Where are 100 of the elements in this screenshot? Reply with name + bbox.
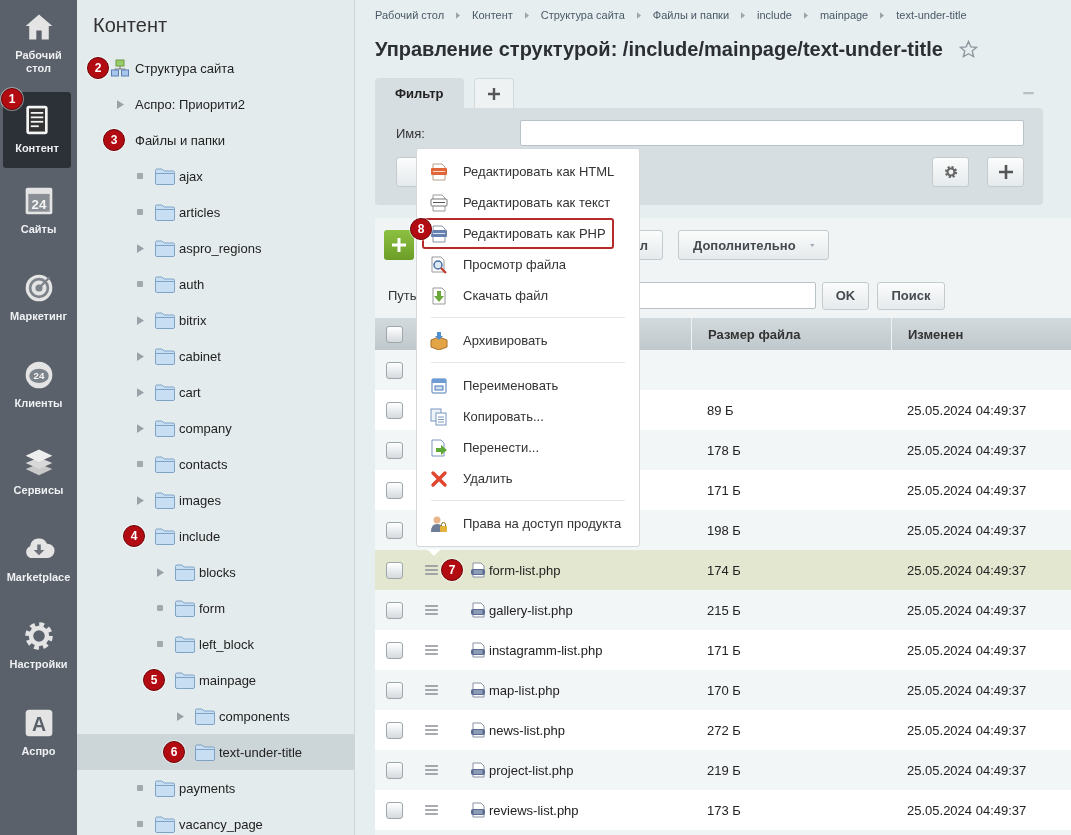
tree-item[interactable]: vacancy_page — [77, 806, 354, 835]
search-button[interactable]: Поиск — [877, 281, 945, 310]
tree-item[interactable]: bitrix — [77, 302, 354, 338]
tree-item[interactable]: contacts — [77, 446, 354, 482]
menu-item[interactable]: Редактировать как текст — [417, 187, 639, 218]
ok-button[interactable]: OK — [822, 281, 869, 310]
file-name[interactable]: project-list.php — [489, 762, 574, 778]
breadcrumb-link[interactable]: include — [757, 9, 792, 21]
name-field[interactable] — [520, 120, 1024, 146]
breadcrumb-separator-icon — [741, 11, 746, 19]
expand-arrow-icon[interactable] — [136, 423, 144, 433]
file-name[interactable]: reviews-list.php — [489, 802, 579, 818]
row-checkbox[interactable] — [386, 721, 403, 739]
row-menu-icon[interactable] — [425, 685, 438, 695]
nav-item[interactable]: 24 Клиенты — [4, 351, 73, 432]
nav-item[interactable]: Marketplace — [4, 525, 73, 606]
row-checkbox[interactable] — [386, 441, 403, 459]
row-menu-icon[interactable] — [425, 645, 438, 655]
tree-item[interactable]: cabinet — [77, 338, 354, 374]
file-name[interactable]: gallery-list.php — [489, 602, 573, 618]
tree-item[interactable]: form — [77, 590, 354, 626]
expand-arrow-icon[interactable] — [116, 99, 124, 109]
expand-arrow-icon[interactable] — [136, 495, 144, 505]
menu-item[interactable]: Перенести... — [417, 432, 639, 463]
menu-item[interactable]: Архивировать — [417, 325, 639, 356]
more-dropdown[interactable]: Дополнительно — [678, 230, 829, 260]
add-filter-button[interactable] — [987, 157, 1024, 187]
row-menu-icon[interactable] — [425, 765, 438, 775]
expand-arrow-icon[interactable] — [136, 351, 144, 361]
table-row[interactable]: instagramm-list.php 171 Б 25.05.2024 04:49:37 — [375, 630, 1071, 670]
filter-tab[interactable]: Фильтр — [375, 78, 464, 108]
tree-item[interactable]: ajax — [77, 158, 354, 194]
tree-item[interactable]: images — [77, 482, 354, 518]
menu-item[interactable]: Права на доступ продукта — [417, 508, 639, 539]
row-checkbox[interactable] — [386, 401, 403, 419]
expand-arrow-icon[interactable] — [136, 387, 144, 397]
table-row[interactable]: 7 form-list.php 174 Б 25.05.2024 04:49:37 — [375, 550, 1071, 590]
tree-item[interactable]: left_block — [77, 626, 354, 662]
row-checkbox[interactable] — [386, 561, 403, 579]
file-name[interactable]: form-list.php — [489, 562, 561, 578]
breadcrumb-link[interactable]: text-under-title — [896, 9, 967, 21]
breadcrumb-link[interactable]: Структура сайта — [540, 9, 625, 21]
nav-item[interactable]: Настройки — [4, 612, 73, 693]
column-header[interactable]: Изменен — [908, 326, 964, 342]
file-name[interactable]: map-list.php — [489, 682, 560, 698]
expand-arrow-icon[interactable] — [156, 567, 164, 577]
nav-item[interactable]: Маркетинг — [4, 264, 73, 345]
tree-item[interactable]: auth — [77, 266, 354, 302]
tree-item[interactable]: 6 text-under-title — [77, 734, 354, 770]
nav-item[interactable]: Сервисы — [4, 438, 73, 519]
breadcrumb-link[interactable]: Контент — [472, 9, 513, 21]
tree-item[interactable]: 3 Файлы и папки — [77, 122, 354, 158]
tree-item[interactable]: 2 Структура сайта — [77, 50, 354, 86]
row-checkbox[interactable] — [386, 641, 403, 659]
collapse-icon[interactable] — [1022, 91, 1035, 95]
row-checkbox[interactable] — [386, 481, 403, 499]
nav-item[interactable]: A Аспро — [4, 699, 73, 780]
add-button[interactable] — [384, 230, 414, 260]
tree-item[interactable]: blocks — [77, 554, 354, 590]
row-menu-icon[interactable] — [425, 805, 438, 815]
breadcrumb-link[interactable]: Файлы и папки — [652, 9, 730, 21]
table-row[interactable]: reviews-list.php 173 Б 25.05.2024 04:49:37 — [375, 790, 1071, 830]
row-checkbox[interactable] — [386, 801, 403, 819]
row-checkbox[interactable] — [386, 361, 403, 379]
row-menu-icon[interactable] — [425, 565, 438, 575]
expand-arrow-icon[interactable] — [136, 243, 144, 253]
menu-item[interactable]: Копировать... — [417, 401, 639, 432]
tree-item[interactable]: aspro_regions — [77, 230, 354, 266]
row-menu-icon[interactable] — [425, 605, 438, 615]
tree-item[interactable]: cart — [77, 374, 354, 410]
table-row[interactable]: news-list.php 272 Б 25.05.2024 04:49:37 — [375, 710, 1071, 750]
menu-item[interactable]: Просмотр файла — [417, 249, 639, 280]
nav-item[interactable]: 24 Сайты — [4, 177, 73, 258]
row-menu-icon[interactable] — [425, 725, 438, 735]
row-checkbox[interactable] — [386, 681, 403, 699]
file-name[interactable]: instagramm-list.php — [489, 642, 603, 658]
select-all-checkbox[interactable] — [386, 325, 403, 343]
breadcrumb-link[interactable]: mainpage — [819, 9, 869, 21]
tree-item[interactable]: payments — [77, 770, 354, 806]
expand-arrow-icon[interactable] — [176, 711, 184, 721]
menu-item[interactable]: Скачать файл — [417, 280, 639, 311]
tree-item[interactable]: components — [77, 698, 354, 734]
tree-item[interactable]: company — [77, 410, 354, 446]
tree-item[interactable]: 4 include — [77, 518, 354, 554]
add-tab[interactable] — [473, 78, 514, 108]
row-checkbox[interactable] — [386, 761, 403, 779]
tree-item[interactable]: articles — [77, 194, 354, 230]
row-checkbox[interactable] — [386, 601, 403, 619]
breadcrumb-link[interactable]: Рабочий стол — [375, 9, 445, 21]
row-checkbox[interactable] — [386, 521, 403, 539]
tree-item[interactable]: 5 mainpage — [77, 662, 354, 698]
expand-arrow-icon[interactable] — [136, 315, 144, 325]
menu-item[interactable]: Редактировать как HTML — [417, 156, 639, 187]
file-name[interactable]: news-list.php — [489, 722, 565, 738]
column-header[interactable]: Размер файла — [708, 326, 801, 342]
settings-button[interactable] — [932, 157, 969, 187]
icon-glyph: 24 — [33, 370, 44, 382]
tree-item[interactable]: Аспро: Приорити2 — [77, 86, 354, 122]
favorite-star-icon[interactable] — [958, 39, 978, 59]
nav-item[interactable]: Рабочий стол — [4, 3, 73, 84]
